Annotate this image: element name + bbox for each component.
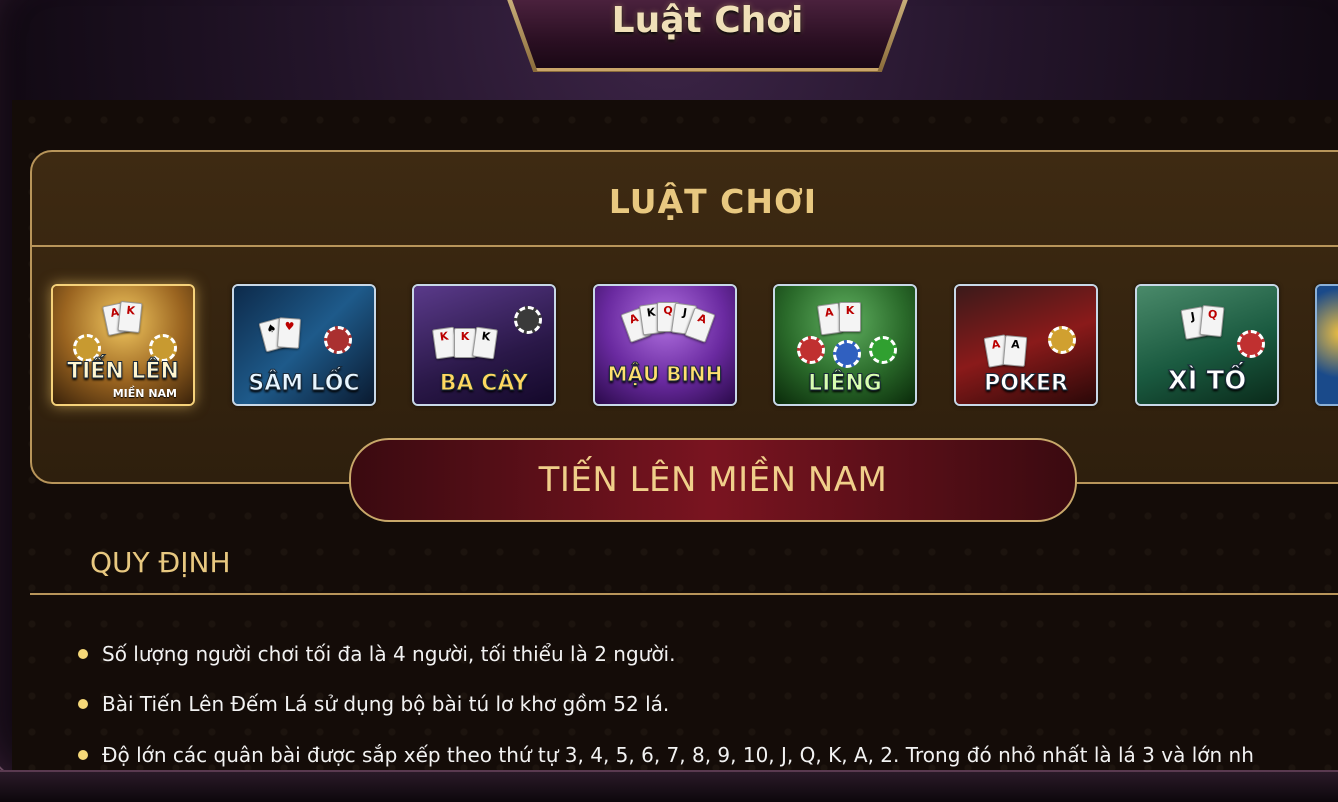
tile-label: SÂM LỐC xyxy=(248,371,360,397)
tile-label: TIẾN LÊN xyxy=(67,359,180,385)
tile-sub-label: MIỀN NAM xyxy=(112,387,177,400)
rule-item: Bài Tiến Lên Đếm Lá sử dụng bộ bài tú lơ… xyxy=(78,692,669,716)
bullet-icon xyxy=(78,648,88,659)
tile-label: BA CÂY xyxy=(439,371,529,397)
game-tile-partial[interactable] xyxy=(1315,284,1338,406)
bullet-icon xyxy=(78,749,88,760)
page-title: Luật Chơi xyxy=(611,0,804,41)
rule-item: Độ lớn các quân bài được sắp xếp theo th… xyxy=(78,743,1254,767)
game-tile-lieng[interactable]: A K LIÊNG xyxy=(773,284,917,406)
rule-text: Số lượng người chơi tối đa là 4 người, t… xyxy=(102,642,676,666)
partial-tile-art xyxy=(1317,286,1338,404)
bottom-rim xyxy=(0,770,1338,802)
rule-item: Số lượng người chơi tối đa là 4 người, t… xyxy=(78,642,675,666)
selected-game-title: TIẾN LÊN MIỀN NAM xyxy=(538,460,888,500)
game-tile-poker[interactable]: A A POKER xyxy=(954,284,1098,406)
game-tile-sam-loc[interactable]: ♠ ♥ SÂM LỐC xyxy=(232,284,376,406)
rules-heading: QUY ĐỊNH xyxy=(90,546,231,579)
rules-divider xyxy=(30,593,1338,595)
game-tile-ba-cay[interactable]: K K K BA CÂY xyxy=(412,284,556,406)
tile-label: POKER xyxy=(984,371,1069,397)
rule-text: Bài Tiến Lên Đếm Lá sử dụng bộ bài tú lơ… xyxy=(102,692,670,716)
bullet-icon xyxy=(78,698,88,709)
panel-title: LUẬT CHƠI xyxy=(608,182,818,221)
game-tile-mau-binh[interactable]: A K Q J A MẬU BINH xyxy=(593,284,737,406)
tile-label: XÌ TỐ xyxy=(1167,366,1247,397)
tile-label: MẬU BINH xyxy=(607,362,723,387)
tile-label: LIÊNG xyxy=(808,371,883,397)
game-tile-xi-to[interactable]: J Q XÌ TỐ xyxy=(1135,284,1279,406)
rule-text: Độ lớn các quân bài được sắp xếp theo th… xyxy=(102,743,1254,767)
panel-divider xyxy=(32,245,1338,247)
game-tile-tien-len[interactable]: A K TIẾN LÊN MIỀN NAM xyxy=(51,284,195,406)
mau-binh-tile-art: A K Q J A xyxy=(595,286,735,404)
